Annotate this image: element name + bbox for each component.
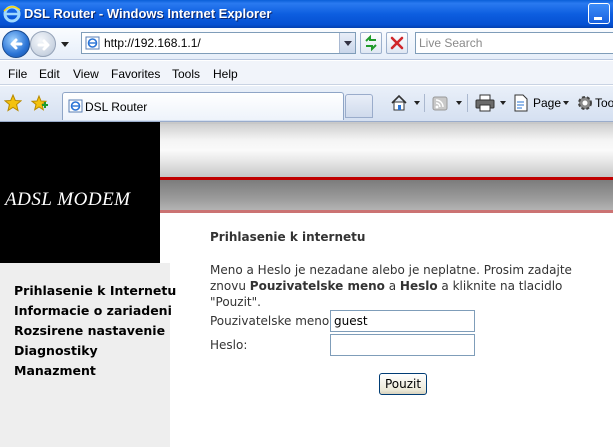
window-titlebar: DSL Router - Windows Internet Explorer — [0, 0, 613, 28]
print-dropdown-icon[interactable] — [500, 101, 506, 108]
sidebar-item-management[interactable]: Manazment — [14, 361, 176, 381]
back-arrow-icon — [10, 38, 23, 50]
page-menu-label[interactable]: Page — [533, 96, 561, 110]
url-text[interactable]: http://192.168.1.1/ — [104, 36, 201, 50]
internet-explorer-icon — [3, 5, 21, 23]
forward-arrow-icon — [37, 39, 50, 51]
print-icon[interactable] — [475, 94, 495, 112]
tab-dsl-router[interactable]: DSL Router — [62, 92, 344, 120]
minimize-button[interactable] — [588, 3, 610, 24]
new-tab-button[interactable] — [345, 94, 373, 118]
home-icon[interactable] — [390, 94, 408, 112]
menu-bar: File Edit View Favorites Tools Help — [0, 61, 613, 85]
stop-icon — [390, 36, 404, 50]
home-dropdown-icon[interactable] — [414, 101, 420, 108]
address-toolbar: http://192.168.1.1/ — [0, 28, 613, 60]
sidebar-item-device-info[interactable]: Informacie o zariadeni — [14, 301, 176, 321]
page-menu-icon[interactable] — [513, 94, 529, 112]
message-username-term: Pouzivatelske meno — [249, 279, 385, 293]
tab-bar: DSL Router Page Too — [0, 86, 613, 122]
page-content: ADSL MODEM Prihlasenie k Internetu Infor… — [0, 122, 613, 447]
favorites-center-star-icon[interactable] — [4, 94, 22, 112]
sidebar: Prihlasenie k Internetu Informacie o zar… — [0, 263, 176, 447]
password-label: Heslo: — [210, 338, 248, 352]
sidebar-item-internet-login[interactable]: Prihlasenie k Internetu — [14, 281, 176, 301]
menu-favorites[interactable]: Favorites — [111, 67, 160, 81]
page-title: Prihlasenie k internetu — [210, 230, 366, 244]
toolbar-separator — [467, 94, 468, 112]
forward-button[interactable] — [30, 31, 56, 57]
menu-tools[interactable]: Tools — [172, 67, 200, 81]
username-input[interactable] — [330, 310, 475, 332]
error-message: Meno a Heslo je nezadane alebo je neplat… — [210, 262, 610, 310]
refresh-button[interactable] — [360, 32, 382, 54]
menu-edit[interactable]: Edit — [39, 67, 60, 81]
tools-menu-label[interactable]: Too — [595, 96, 613, 110]
sidebar-nav: Prihlasenie k Internetu Informacie o zar… — [14, 281, 176, 381]
refresh-icon — [365, 34, 377, 52]
back-button[interactable] — [2, 30, 30, 58]
menu-help[interactable]: Help — [213, 67, 238, 81]
live-search-input[interactable] — [419, 34, 609, 52]
window-title: DSL Router - Windows Internet Explorer — [24, 6, 272, 21]
feeds-icon[interactable] — [432, 94, 448, 112]
add-to-favorites-icon[interactable] — [30, 94, 48, 112]
live-search-field[interactable] — [415, 32, 613, 54]
page-icon — [68, 99, 83, 113]
username-label: Pouzivatelske meno: — [210, 314, 334, 328]
tools-gear-icon[interactable] — [576, 94, 594, 112]
page-dropdown-icon[interactable] — [563, 101, 569, 108]
message-text: a — [384, 279, 400, 293]
message-password-term: Heslo — [399, 279, 438, 293]
sidebar-item-diagnostics[interactable]: Diagnostiky — [14, 341, 176, 361]
logo-panel: ADSL MODEM — [0, 122, 160, 263]
header-banner — [160, 122, 613, 177]
header-subband — [160, 180, 613, 210]
address-dropdown-button[interactable] — [339, 33, 355, 53]
stop-button[interactable] — [386, 32, 408, 54]
apply-button[interactable]: Pouzit — [379, 373, 427, 395]
toolbar-separator — [424, 94, 425, 112]
login-panel: Prihlasenie k internetu Meno a Heslo je … — [210, 230, 610, 356]
menu-view[interactable]: View — [73, 67, 99, 81]
logo-text: ADSL MODEM — [5, 189, 131, 210]
recent-pages-dropdown-icon[interactable] — [60, 38, 70, 50]
submit-wrapper: Pouzit — [379, 373, 427, 395]
feeds-dropdown-icon[interactable] — [456, 101, 462, 108]
menu-file[interactable]: File — [8, 67, 27, 81]
address-field[interactable]: http://192.168.1.1/ — [81, 32, 356, 54]
header-subband-divider — [160, 210, 613, 213]
sidebar-item-advanced-setup[interactable]: Rozsirene nastavenie — [14, 321, 176, 341]
page-icon — [85, 36, 100, 50]
tab-label: DSL Router — [85, 100, 148, 114]
password-input[interactable] — [330, 334, 475, 356]
